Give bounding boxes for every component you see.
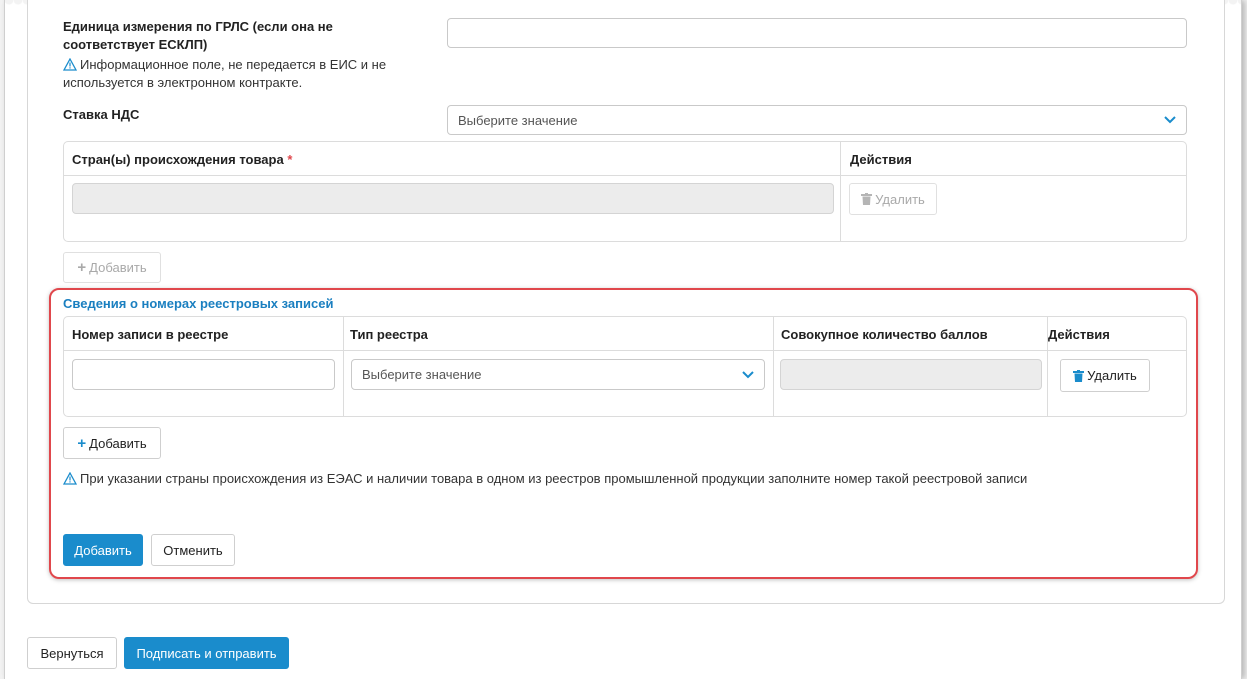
grls-unit-note-line2: используется в электронном контракте.: [63, 75, 303, 90]
grls-unit-note: Информационное поле, не передается в ЕИС…: [63, 56, 386, 74]
vat-label: Ставка НДС: [63, 107, 140, 122]
grls-unit-label-line1: Единица измерения по ГРЛС (если она не: [63, 19, 333, 34]
registry-col-number: Номер записи в реестре: [72, 327, 229, 342]
divider: [64, 350, 1186, 351]
registry-col-type: Тип реестра: [350, 327, 428, 342]
registry-delete-label: Удалить: [1087, 368, 1137, 383]
registry-add-button[interactable]: + Добавить: [63, 427, 161, 459]
origin-actions-header: Действия: [850, 152, 912, 167]
divider: [1047, 317, 1048, 416]
origin-table: Стран(ы) происхождения товара * Действия…: [63, 141, 1187, 242]
origin-country-header: Стран(ы) происхождения товара *: [72, 152, 292, 167]
required-mark: *: [287, 152, 293, 167]
registry-col-actions: Действия: [1048, 327, 1110, 342]
warning-icon: [63, 472, 77, 485]
origin-delete-label: Удалить: [875, 191, 925, 207]
page-sheet: Единица измерения по ГРЛС (если она не с…: [4, 0, 1242, 679]
sign-and-send-button[interactable]: Подписать и отправить: [124, 637, 289, 669]
origin-add-label: Добавить: [89, 260, 147, 275]
grls-unit-label-line2: соответствует ЕСКЛП): [63, 37, 208, 52]
back-button[interactable]: Вернуться: [27, 637, 117, 669]
chevron-down-icon: [1164, 116, 1176, 124]
registry-table: Номер записи в реестре Тип реестра Совок…: [63, 316, 1187, 417]
registry-submit-button[interactable]: Добавить: [63, 534, 143, 566]
chevron-down-icon: [742, 370, 754, 378]
trash-icon: [1073, 369, 1085, 382]
registry-col-points: Совокупное количество баллов: [781, 327, 988, 342]
registry-add-label: Добавить: [89, 435, 147, 451]
registry-warning: При указании страны происхождения из ЕЭА…: [63, 470, 1027, 488]
registry-cancel-button[interactable]: Отменить: [151, 534, 235, 566]
registry-section-title: Сведения о номерах реестровых записей: [63, 296, 334, 311]
divider: [343, 317, 344, 416]
registry-warning-text: При указании страны происхождения из ЕЭА…: [80, 471, 1028, 486]
registry-delete-button[interactable]: Удалить: [1060, 359, 1150, 392]
origin-add-button[interactable]: + Добавить: [63, 252, 161, 283]
origin-country-header-text: Стран(ы) происхождения товара: [72, 152, 284, 167]
registry-type-placeholder: Выберите значение: [362, 367, 482, 382]
divider: [773, 317, 774, 416]
registry-points-input: [780, 359, 1042, 390]
warning-icon: [63, 58, 77, 71]
divider: [840, 142, 841, 241]
vat-select-placeholder: Выберите значение: [458, 112, 578, 128]
trash-icon: [861, 193, 873, 205]
grls-unit-note-line1: Информационное поле, не передается в ЕИС…: [80, 57, 387, 72]
plus-icon: +: [77, 434, 87, 452]
registry-type-select[interactable]: Выберите значение: [351, 359, 765, 390]
grls-unit-input[interactable]: [447, 18, 1187, 48]
registry-record-number-input[interactable]: [72, 359, 335, 390]
origin-delete-button[interactable]: Удалить: [849, 183, 937, 215]
origin-country-input: [72, 183, 834, 214]
plus-icon: +: [77, 259, 87, 276]
vat-select[interactable]: Выберите значение: [447, 105, 1187, 135]
divider: [64, 175, 1186, 176]
